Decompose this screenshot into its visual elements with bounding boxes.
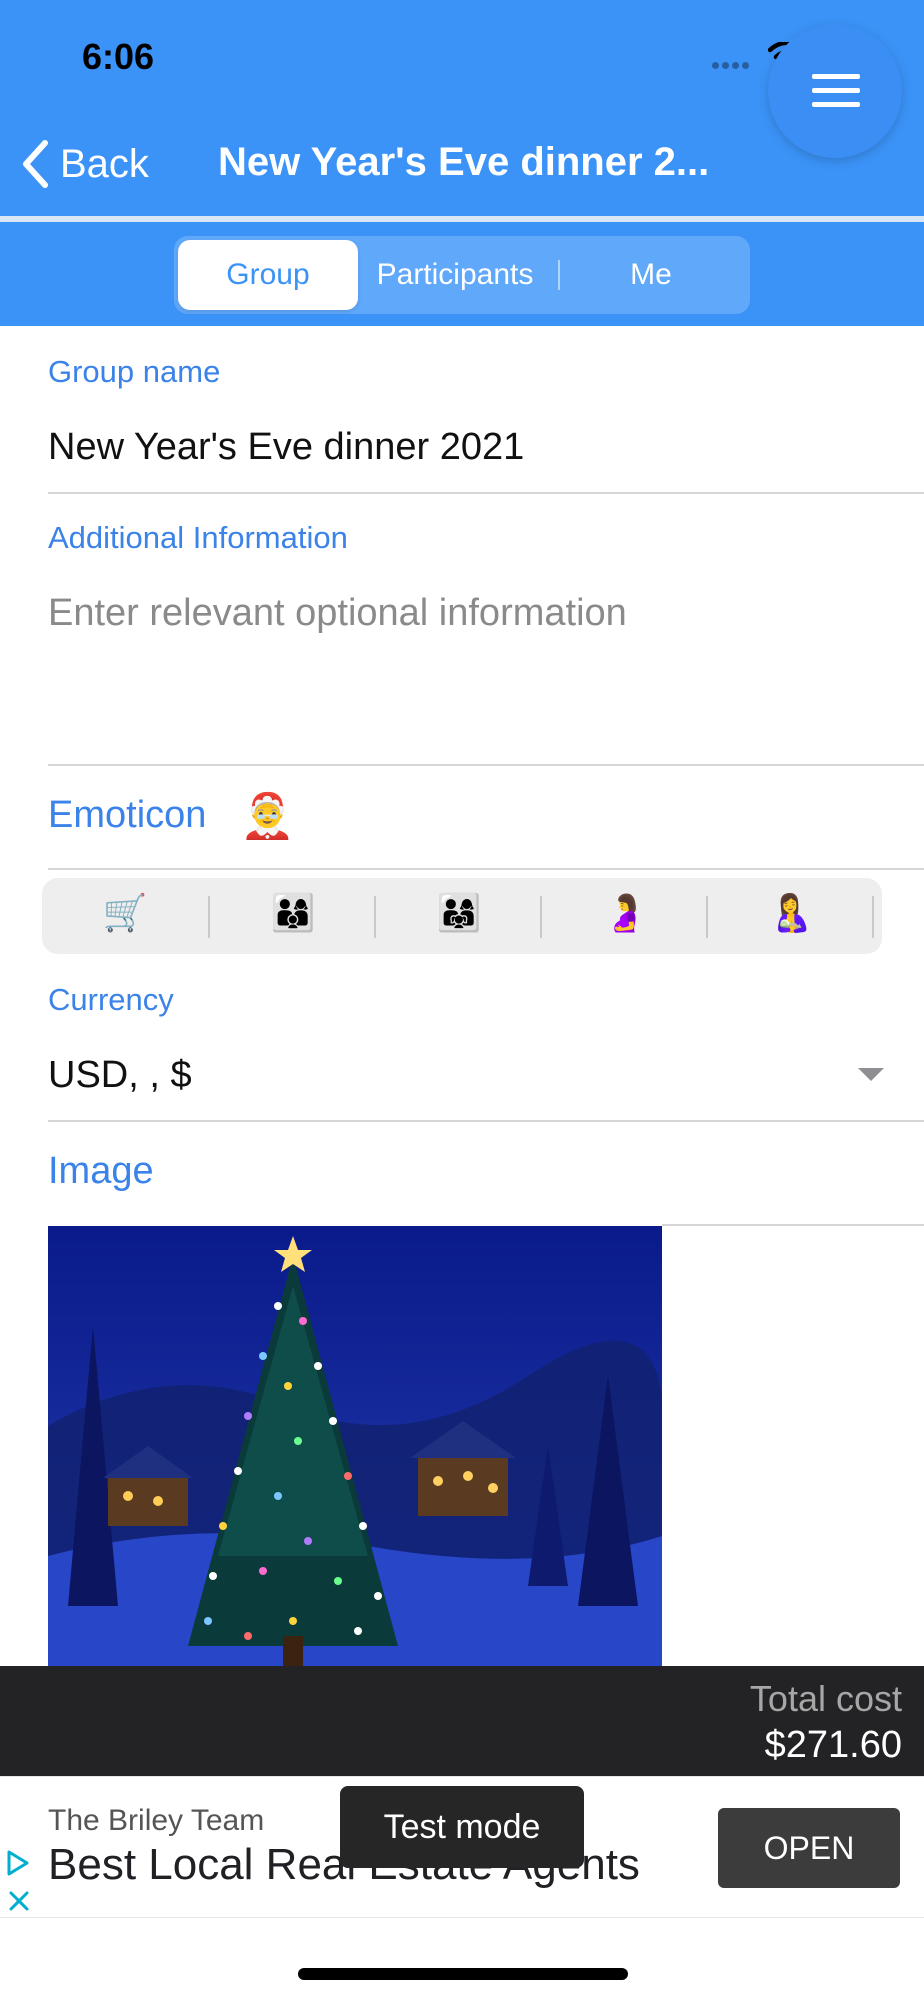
- chevron-down-icon[interactable]: [858, 1068, 884, 1081]
- emoticon-option-cart[interactable]: 🛒: [42, 892, 208, 934]
- back-button[interactable]: Back: [20, 136, 149, 192]
- emoticon-label: Emoticon: [48, 794, 207, 836]
- divider: [48, 1120, 924, 1122]
- tab-me[interactable]: Me: [554, 236, 748, 314]
- divider: [872, 896, 874, 938]
- back-label: Back: [60, 141, 149, 186]
- menu-icon: [812, 74, 860, 79]
- divider: [662, 1224, 924, 1226]
- group-name-input[interactable]: New Year's Eve dinner 2021: [48, 426, 524, 469]
- selected-emoticon[interactable]: 🤶: [240, 790, 295, 842]
- status-time: 6:06: [82, 36, 155, 77]
- signal-icon: [712, 56, 752, 74]
- currency-label: Currency: [48, 982, 174, 1017]
- group-image[interactable]: [48, 1226, 662, 1666]
- divider: [48, 764, 924, 766]
- adchoices-icon[interactable]: [6, 1850, 30, 1881]
- emoticon-option-breastfeeding[interactable]: 🤱: [708, 892, 874, 934]
- divider: [48, 492, 924, 494]
- close-icon[interactable]: [8, 1890, 30, 1917]
- chevron-left-icon: [23, 140, 48, 188]
- divider: [48, 868, 924, 870]
- emoticon-picker: 🛒 👨‍👩‍👦 👨‍👩‍👧 🤰 🤱: [42, 878, 882, 954]
- currency-select[interactable]: USD, , $: [48, 1054, 192, 1097]
- additional-info-input[interactable]: Enter relevant optional information: [48, 592, 627, 635]
- image-label: Image: [48, 1150, 154, 1192]
- ad-advertiser: The Briley Team: [48, 1804, 265, 1837]
- emoticon-option-family-boy[interactable]: 👨‍👩‍👦: [210, 892, 376, 934]
- additional-info-label: Additional Information: [48, 520, 348, 555]
- total-cost-value: $271.60: [764, 1724, 902, 1766]
- emoticon-option-pregnant[interactable]: 🤰: [542, 892, 708, 934]
- tab-participants[interactable]: Participants: [360, 236, 550, 314]
- home-indicator[interactable]: [298, 1968, 628, 1980]
- segmented-control: Group Participants Me: [174, 236, 750, 314]
- ad-open-button[interactable]: OPEN: [718, 1808, 900, 1888]
- total-cost-label: Total cost: [749, 1678, 902, 1719]
- menu-button[interactable]: [768, 24, 902, 158]
- group-name-label: Group name: [48, 354, 221, 389]
- emoticon-option-family-girl[interactable]: 👨‍👩‍👧: [376, 892, 542, 934]
- page-title: New Year's Eve dinner 2...: [218, 140, 710, 184]
- test-mode-badge: Test mode: [340, 1786, 584, 1868]
- tab-group[interactable]: Group: [178, 240, 358, 310]
